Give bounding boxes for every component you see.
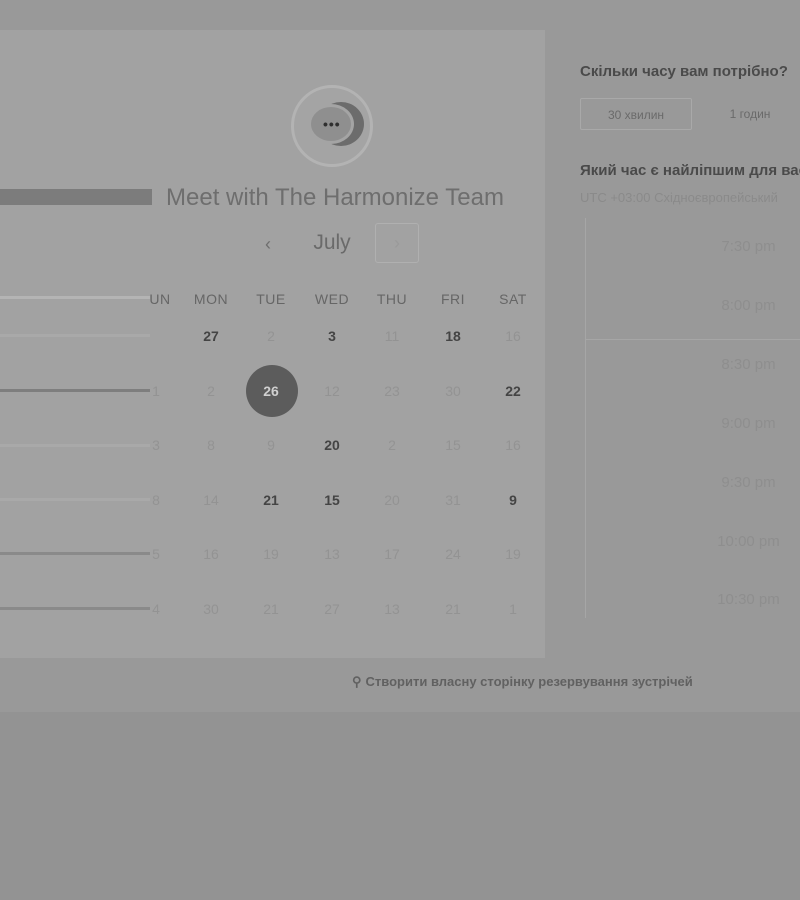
day-cell[interactable]: 9 xyxy=(485,492,541,508)
day-cell: 1 xyxy=(509,601,517,617)
time-slot[interactable]: 8:30 pm xyxy=(586,356,800,373)
day-cell[interactable]: 3 xyxy=(304,328,360,344)
page: ••• Meet with The Harmonize Team ‹ July … xyxy=(0,0,800,900)
chevron-right-icon: › xyxy=(394,233,400,253)
weekday-tue: TUE xyxy=(256,291,286,307)
left-panel-heading-bar xyxy=(0,189,152,205)
day-cell: 19 xyxy=(263,546,279,562)
day-cell: 27 xyxy=(324,601,340,617)
timezone-label[interactable]: UTC +03:00 Східноєвропейський xyxy=(580,190,778,205)
booking-card xyxy=(0,30,545,658)
day-cell: 21 xyxy=(263,601,279,617)
day-cell[interactable]: 27 xyxy=(183,328,239,344)
weekday-sat: SAT xyxy=(499,291,527,307)
selected-day[interactable]: 26 xyxy=(243,383,299,399)
day-cell: 12 xyxy=(324,383,340,399)
create-booking-page-label: Створити власну сторінку резервування зу… xyxy=(365,674,693,689)
weekday-mon: MON xyxy=(193,291,229,307)
next-month-button[interactable]: › xyxy=(375,223,419,263)
day-cell: 15 xyxy=(445,437,461,453)
time-slot-list: 7:30 pm 8:00 pm 8:30 pm 9:00 pm 9:30 pm … xyxy=(585,218,800,618)
day-cell: 8 xyxy=(152,492,160,508)
day-cell: 20 xyxy=(384,492,400,508)
weekday-sun: UN xyxy=(149,291,171,307)
day-cell: 24 xyxy=(445,546,461,562)
day-cell: 31 xyxy=(445,492,461,508)
day-cell: 23 xyxy=(384,383,400,399)
time-slot[interactable]: 7:30 pm xyxy=(586,238,800,255)
day-cell[interactable]: 15 xyxy=(304,492,360,508)
day-cell: 8 xyxy=(207,437,215,453)
day-cell: 14 xyxy=(203,492,219,508)
day-cell[interactable]: 21 xyxy=(243,492,299,508)
chevron-left-icon: ‹ xyxy=(265,234,271,254)
weekday-wed: WED xyxy=(314,291,350,307)
day-cell[interactable]: 20 xyxy=(304,437,360,453)
day-cell: 19 xyxy=(505,546,521,562)
day-cell: 21 xyxy=(445,601,461,617)
day-cell: 13 xyxy=(324,546,340,562)
day-cell: 1 xyxy=(152,383,160,399)
ellipsis-icon: ••• xyxy=(323,116,341,132)
time-question: Який час є найліпшим для вас? xyxy=(580,162,800,179)
create-booking-page-link[interactable]: ⚲ Створити власну сторінку резервування з… xyxy=(352,674,693,690)
day-cell: 2 xyxy=(388,437,396,453)
time-slot[interactable]: 10:30 pm xyxy=(586,591,800,608)
day-cell: 30 xyxy=(203,601,219,617)
day-cell: 13 xyxy=(384,601,400,617)
prev-month-button[interactable]: ‹ xyxy=(254,230,282,258)
duration-option-30min[interactable]: 30 хвилин xyxy=(580,98,692,130)
day-cell: 2 xyxy=(207,383,215,399)
day-cell: 16 xyxy=(505,328,521,344)
day-cell: 3 xyxy=(152,437,160,453)
slot-divider xyxy=(586,339,800,340)
day-cell: 17 xyxy=(384,546,400,562)
wand-icon: ⚲ xyxy=(352,674,362,689)
day-cell[interactable]: 18 xyxy=(425,328,481,344)
scheduler-title: Meet with The Harmonize Team xyxy=(166,184,504,211)
left-line xyxy=(0,334,150,337)
time-slot[interactable]: 10:00 pm xyxy=(586,533,800,550)
weekday-thu: THU xyxy=(376,291,408,307)
day-cell: 9 xyxy=(267,437,275,453)
day-cell[interactable]: 22 xyxy=(485,383,541,399)
day-cell: 30 xyxy=(445,383,461,399)
day-cell: 11 xyxy=(384,328,400,344)
duration-question: Скільки часу вам потрібно? xyxy=(580,63,788,80)
duration-option-1hour[interactable]: 1 годин xyxy=(700,98,800,130)
day-cell: 16 xyxy=(505,437,521,453)
speech-bubble-icon: ••• xyxy=(308,104,354,144)
time-slot[interactable]: 9:00 pm xyxy=(586,415,800,432)
day-cell: 2 xyxy=(267,328,275,344)
chat-avatar-icon: ••• xyxy=(291,85,373,167)
time-slot[interactable]: 8:00 pm xyxy=(586,297,800,314)
time-slot[interactable]: 9:30 pm xyxy=(586,474,800,491)
weekday-fri: FRI xyxy=(440,291,466,307)
day-cell: 16 xyxy=(203,546,219,562)
month-label: July xyxy=(313,231,351,254)
day-cell: 4 xyxy=(152,601,160,617)
day-cell: 5 xyxy=(152,546,160,562)
left-line xyxy=(0,296,150,299)
